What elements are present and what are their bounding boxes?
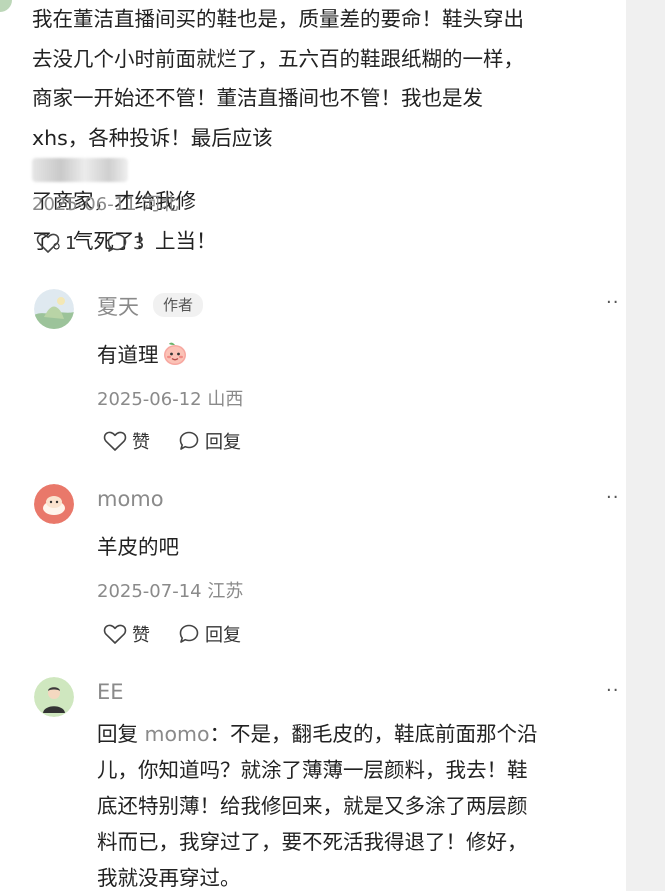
avatar-image [34,289,74,329]
heart-icon [36,233,60,253]
reply-date-location: 2025-06-12 山西 [97,389,244,410]
reply-line: 底还特别薄！给我修回来，就是又多涂了两层颜 [97,794,528,818]
more-options-button[interactable]: ·· [606,680,619,701]
reply-line: 儿，你知道吗？就涂了薄薄一层颜料，我去！鞋 [97,758,528,782]
like-button[interactable]: 赞 [103,621,150,647]
post-comment-button[interactable]: 3 [106,232,144,254]
post-body: 我在董洁直播间买的鞋也是，质量差的要命！鞋头穿出 去没几个小时前面就烂了，五六百… [32,0,632,261]
like-label: 赞 [132,625,150,646]
more-options-button[interactable]: ·· [606,487,619,508]
reply-button[interactable]: 回复 [178,428,241,454]
avatar[interactable] [34,289,74,329]
reply-line: 回复 momo：不是，翻毛皮的，鞋底前面那个沿 [97,716,617,752]
avatar-image [34,677,74,717]
post-line: 我在董洁直播间买的鞋也是，质量差的要命！鞋头穿出 [32,7,524,31]
reply-label: 回复 [205,625,241,646]
post-date-location: 2025-06-11 河北 [32,194,179,215]
reply-label: 回复 [205,432,241,453]
comment-bubble-icon [107,233,127,252]
post-author-avatar[interactable] [0,0,12,12]
reply-date-location: 2025-07-14 江苏 [97,581,244,602]
reply-body: 回复 momo：不是，翻毛皮的，鞋底前面那个沿 儿，你知道吗？就涂了薄薄一层颜料… [97,716,617,896]
reply-line-part: ：不是，翻毛皮的，鞋底前面那个沿 [209,722,538,746]
redacted-blur [32,158,128,182]
heart-icon [103,624,127,644]
post-line: 商家一开始还不管！董洁直播间也不管！我也是发 [32,86,483,110]
comment-bubble-icon [179,431,199,450]
avatar-image [34,484,74,524]
comment-bubble-icon [179,624,199,643]
avatar[interactable] [34,484,74,524]
reply-text: 有道理 [97,343,159,367]
post-like-button[interactable]: 1 [36,232,76,254]
post-comment-count: 3 [133,232,145,254]
reply-username[interactable]: 夏天 [97,291,139,321]
heart-icon [103,431,127,451]
more-options-button[interactable]: ·· [606,292,619,313]
like-button[interactable]: 赞 [103,428,150,454]
peach-emoji-icon [163,342,186,365]
reply-line: 料而已，我穿过了，要不死活我得退了！修好， [97,830,528,854]
post-line-part: xhs，各种投诉！最后应该 [32,125,273,150]
reply-text: 羊皮的吧 [97,535,179,559]
post-like-count: 1 [65,232,77,254]
reply-prefix: 回复 [97,722,138,746]
reply-body: 有道理 [97,338,188,368]
reply-username[interactable]: EE [97,680,124,704]
reply-button[interactable]: 回复 [178,621,241,647]
reply-target-username[interactable]: momo [145,722,210,746]
author-badge: 作者 [153,293,204,317]
like-label: 赞 [132,432,150,453]
post-line: 去没几个小时前面就烂了，五六百的鞋跟纸糊的一样， [32,46,524,71]
avatar[interactable] [34,677,74,717]
reply-username[interactable]: momo [97,487,164,511]
